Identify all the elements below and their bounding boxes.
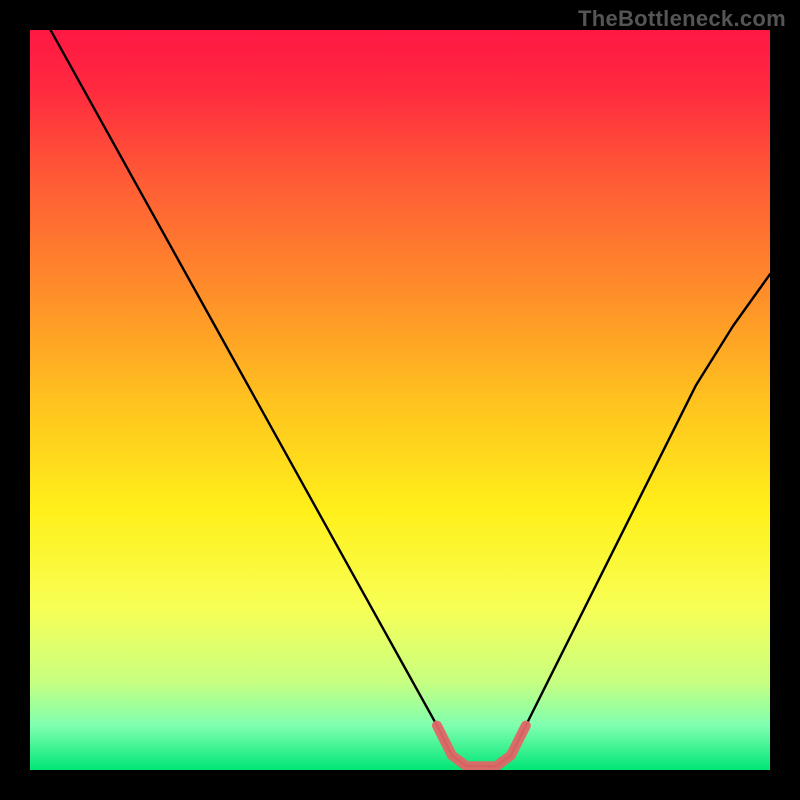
bottleneck-chart <box>0 0 800 800</box>
chart-stage: TheBottleneck.com <box>0 0 800 800</box>
watermark-text: TheBottleneck.com <box>578 6 786 32</box>
